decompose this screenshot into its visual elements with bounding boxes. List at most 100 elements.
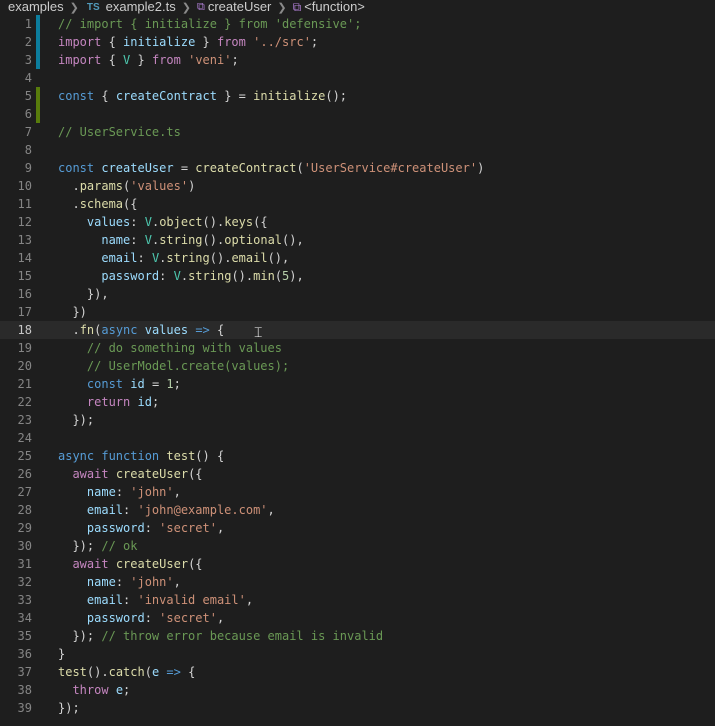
line-number: 37 [17,665,32,679]
code-text: password: 'secret', [86,521,225,535]
line-number: 12 [17,215,32,229]
code-line[interactable]: 16 }), [0,285,715,303]
code-line[interactable]: 12 values: V.object().keys({ [0,213,715,231]
breadcrumb-symbol[interactable]: createUser [208,0,272,14]
line-number: 33 [17,593,32,607]
code-line[interactable]: 11 .schema({ [0,195,715,213]
line-number: 28 [17,503,32,517]
code-text: }), [58,287,109,301]
code-line[interactable]: 38 throw e; [0,681,715,699]
code-text: name: 'john', [86,485,181,499]
code-line[interactable]: 3 import { V } from 'veni'; [0,51,715,69]
line-number: 31 [17,557,32,571]
code-line[interactable]: 28 email: 'john@example.com', [0,501,715,519]
line-number: 36 [17,647,32,661]
gutter-added-marker[interactable] [36,105,40,123]
code-text: .params('values') [58,179,196,193]
chevron-right-icon: ❯ [69,1,79,14]
code-text: // UserService.ts [58,125,181,139]
code-text: name: 'john', [86,575,181,589]
code-text: test().catch(e => { [58,665,196,679]
code-text: }); [58,701,80,715]
breadcrumb-folder[interactable]: examples [0,0,64,14]
line-number: 4 [24,71,32,85]
line-number: 21 [17,377,32,391]
code-text: return id; [86,395,160,409]
code-line[interactable]: 6 [0,105,715,123]
breadcrumb: examples ❯ TS example2.ts ❯ ⧉ createUser… [0,0,715,14]
code-line[interactable]: 31 await createUser({ [0,555,715,573]
line-number: 38 [17,683,32,697]
code-line[interactable]: 8 [0,141,715,159]
code-line[interactable]: 24 [0,429,715,447]
line-number: 6 [24,107,32,121]
code-line[interactable]: 35 }); // throw error because email is i… [0,627,715,645]
code-text: async function test() { [58,449,225,463]
code-text: await createUser({ [72,467,203,481]
code-line[interactable]: 22 return id; [0,393,715,411]
code-line[interactable]: 30 }); // ok [0,537,715,555]
line-number: 13 [17,233,32,247]
code-line[interactable]: 9 const createUser = createContract('User… [0,159,715,177]
code-text: // import { initialize } from 'defensive… [58,17,362,31]
cube-icon: ⧉ [196,0,205,13]
code-text: const createUser = createContract('UserS… [58,161,485,175]
code-line[interactable]: 18 .fn(async values => { [0,321,715,339]
code-line[interactable]: 33 email: 'invalid email', [0,591,715,609]
code-line[interactable]: 7 // UserService.ts [0,123,715,141]
code-line[interactable]: 5 const { createContract } = initialize()… [0,87,715,105]
line-number: 39 [17,701,32,715]
line-number: 29 [17,521,32,535]
line-number: 16 [17,287,32,301]
line-number: 7 [24,125,32,139]
gutter-added-marker[interactable] [36,87,40,105]
line-number: 32 [17,575,32,589]
line-number: 9 [24,161,32,175]
code-line[interactable]: 21 const id = 1; [0,375,715,393]
code-line[interactable]: 1 // import { initialize } from 'defensiv… [0,15,715,33]
gutter-modified-marker[interactable] [36,15,40,33]
code-text: password: V.string().min(5), [101,269,304,283]
code-line[interactable]: 14 email: V.string().email(), [0,249,715,267]
code-line[interactable]: 34 password: 'secret', [0,609,715,627]
code-line[interactable]: 32 name: 'john', [0,573,715,591]
gutter-modified-marker[interactable] [36,33,40,51]
breadcrumb-file[interactable]: example2.ts [104,0,176,14]
code-line[interactable]: 19 // do something with values [0,339,715,357]
code-line[interactable]: 39}); [0,699,715,717]
line-number: 35 [17,629,32,643]
code-line[interactable]: 23 }); [0,411,715,429]
code-line[interactable]: 2 import { initialize } from '../src'; [0,33,715,51]
code-text: name: V.string().optional(), [101,233,304,247]
code-text: import { V } from 'veni'; [58,53,239,67]
code-text: .schema({ [58,197,138,211]
code-text: }) [58,305,87,319]
code-editor[interactable]: 1 // import { initialize } from 'defensiv… [0,15,715,726]
code-text: throw e; [72,683,131,697]
code-line[interactable]: 37 test().catch(e => { [0,663,715,681]
code-line[interactable]: 36} [0,645,715,663]
code-line[interactable]: 10 .params('values') [0,177,715,195]
code-line[interactable]: 13 name: V.string().optional(), [0,231,715,249]
gutter-modified-marker[interactable] [36,51,40,69]
code-text: password: 'secret', [86,611,225,625]
code-line[interactable]: 27 name: 'john', [0,483,715,501]
line-number: 8 [24,143,32,157]
code-line[interactable]: 20 // UserModel.create(values); [0,357,715,375]
line-number: 26 [17,467,32,481]
code-line[interactable]: 26 await createUser({ [0,465,715,483]
code-line[interactable]: 17 }) [0,303,715,321]
chevron-right-icon: ❯ [181,1,191,14]
code-line[interactable]: 29 password: 'secret', [0,519,715,537]
line-number: 30 [17,539,32,553]
line-number: 24 [17,431,32,445]
code-line[interactable]: 4 [0,69,715,87]
line-number: 11 [17,197,32,211]
line-number: 3 [24,53,32,67]
breadcrumb-function[interactable]: <function> [304,0,365,14]
code-text: // UserModel.create(values); [86,359,290,373]
code-text: email: V.string().email(), [101,251,290,265]
code-line[interactable]: 25 async function test() { [0,447,715,465]
code-line[interactable]: 15 password: V.string().min(5), [0,267,715,285]
code-text: } [58,647,66,661]
